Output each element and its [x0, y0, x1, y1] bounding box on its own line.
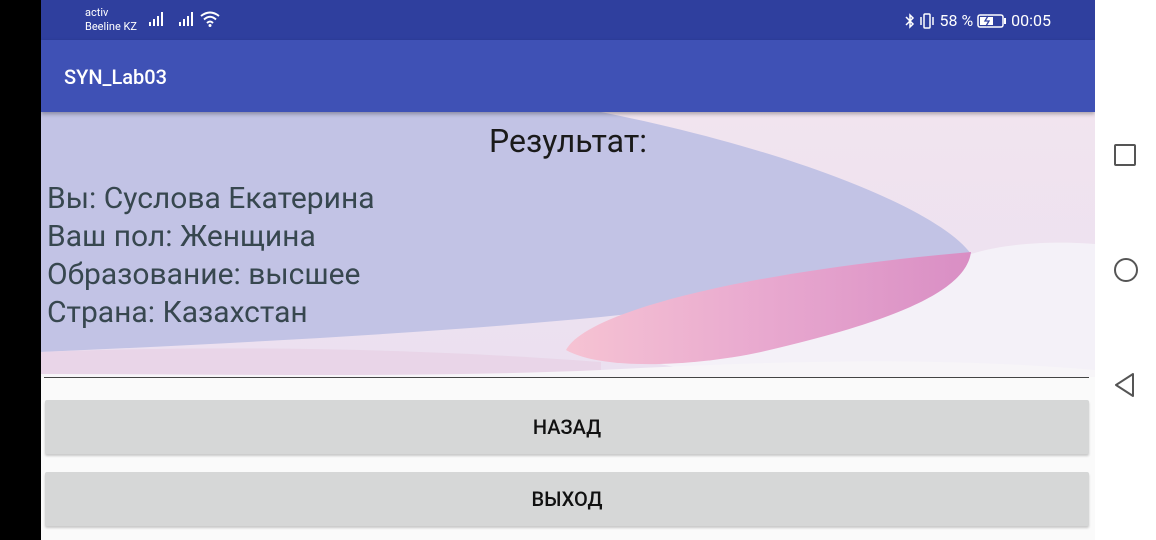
exit-button[interactable]: ВЫХОД: [45, 472, 1089, 526]
bluetooth-icon: [905, 12, 915, 29]
signal-icon: [149, 12, 163, 26]
country-line: Страна: Казахстан: [47, 295, 308, 330]
home-icon[interactable]: [1113, 257, 1139, 283]
recent-apps-icon[interactable]: [1113, 143, 1137, 167]
status-time: 00:05: [1011, 11, 1051, 30]
app-bar: SYN_Lab03: [41, 40, 1095, 112]
navigation-bar: [1095, 0, 1156, 540]
screen-edge: [0, 0, 41, 540]
carrier-line-1: activ: [85, 6, 109, 19]
status-bar: activ Beeline KZ 58 % 00:05: [41, 0, 1095, 40]
back-icon[interactable]: [1113, 372, 1137, 398]
result-heading: Результат:: [489, 122, 647, 160]
education-line: Образование: высшее: [47, 257, 361, 292]
app-screen: activ Beeline KZ 58 % 00:05 SYN_Lab03 Ре…: [41, 0, 1095, 540]
battery-icon: [977, 13, 1007, 28]
carrier-line-2: Beeline KZ: [85, 20, 137, 33]
result-content: Результат: Вы: Суслова Екатерина Ваш пол…: [41, 112, 1095, 540]
carrier-info: activ Beeline KZ: [85, 6, 137, 34]
battery-percent: 58 %: [939, 11, 974, 30]
app-title: SYN_Lab03: [64, 65, 168, 89]
vibrate-icon: [920, 12, 935, 29]
divider: [44, 377, 1089, 378]
result-info: Вы: Суслова Екатерина Ваш пол: Женщина О…: [47, 180, 375, 332]
wifi-icon: [200, 11, 220, 27]
status-right: 58 % 00:05: [905, 11, 1051, 30]
name-line: Вы: Суслова Екатерина: [47, 181, 375, 216]
gender-line: Ваш пол: Женщина: [47, 219, 316, 254]
signal-icon: [179, 12, 193, 26]
back-button[interactable]: НАЗАД: [45, 400, 1089, 454]
